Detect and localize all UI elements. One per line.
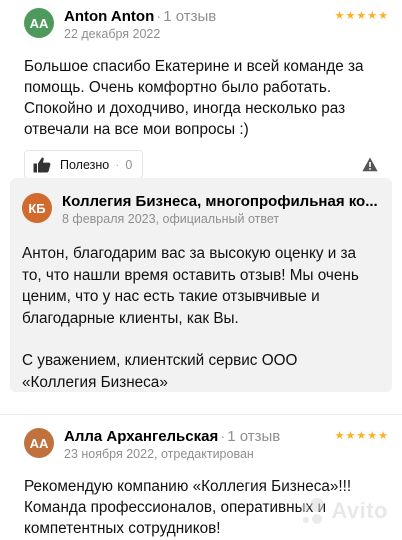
report-warning-icon[interactable] bbox=[362, 157, 378, 172]
separator-dot: · bbox=[156, 8, 162, 25]
review-actions: Полезно · 0 bbox=[24, 150, 390, 179]
star-icon: ★ bbox=[378, 430, 388, 442]
review-text: Большое спасибо Екатерине и всей команде… bbox=[24, 58, 364, 138]
review-header: АА Алла Архангельская · 1 отзыв 23 ноября … bbox=[24, 428, 390, 462]
star-icon: ★ bbox=[378, 10, 388, 22]
avatar-initials: КБ bbox=[28, 200, 46, 216]
star-icon: ★ bbox=[367, 430, 378, 442]
helpful-label: Полезно bbox=[60, 157, 110, 172]
avatar-initials: AA bbox=[29, 15, 49, 31]
review-divider bbox=[0, 414, 402, 415]
reply-paragraph: Антон, благодарим вас за высокую оценку … bbox=[22, 245, 359, 327]
review-count: 1 отзыв bbox=[227, 428, 281, 445]
review-date: 23 ноября 2022, отредактирован bbox=[64, 447, 254, 461]
star-icon: ★ bbox=[334, 430, 345, 442]
reply-signature: С уважением, клиентский сервис ООО «Колл… bbox=[22, 352, 298, 391]
helpful-button[interactable]: Полезно · 0 bbox=[24, 150, 144, 179]
review-date: 22 декабря 2022 bbox=[64, 27, 161, 41]
author-line: Алла Архангельская · 1 отзыв bbox=[64, 428, 280, 445]
watermark-text: Avito bbox=[331, 498, 388, 523]
rating-stars: ★ ★ ★ ★ ★ bbox=[335, 11, 388, 22]
star-icon: ★ bbox=[356, 10, 367, 22]
official-reply: КБ Коллегия Бизнеса, многопрофильная ко.… bbox=[10, 178, 392, 392]
author-line: Anton Anton · 1 отзыв bbox=[64, 8, 216, 25]
star-icon: ★ bbox=[334, 10, 345, 22]
avatar-initials: АА bbox=[29, 435, 49, 451]
avatar[interactable]: АА bbox=[24, 428, 54, 458]
star-icon: ★ bbox=[345, 10, 356, 22]
star-icon: ★ bbox=[345, 430, 356, 442]
reply-text: Антон, благодарим вас за высокую оценку … bbox=[22, 243, 362, 393]
avito-watermark: Avito bbox=[297, 496, 388, 526]
review-card: AA Anton Anton · 1 отзыв 22 декабря 2022 ★… bbox=[0, 8, 402, 179]
review-count: 1 отзыв bbox=[163, 8, 217, 25]
thumbs-up-icon bbox=[33, 157, 51, 172]
author-name[interactable]: Anton Anton bbox=[64, 8, 154, 25]
review-header: AA Anton Anton · 1 отзыв 22 декабря 2022 ★… bbox=[24, 8, 390, 42]
reply-header: КБ Коллегия Бизнеса, многопрофильная ко.… bbox=[22, 193, 382, 227]
reply-meta: Коллегия Бизнеса, многопрофильная ко... … bbox=[62, 193, 378, 227]
review-meta: Алла Архангельская · 1 отзыв 23 ноября 202… bbox=[64, 428, 280, 462]
star-icon: ★ bbox=[356, 430, 367, 442]
avito-logo-icon bbox=[301, 498, 325, 524]
helpful-count: 0 bbox=[125, 157, 133, 172]
company-name[interactable]: Коллегия Бизнеса, многопрофильная ко... bbox=[62, 193, 378, 210]
helpful-separator: · bbox=[115, 157, 120, 172]
company-avatar[interactable]: КБ bbox=[22, 193, 52, 223]
rating-stars: ★ ★ ★ ★ ★ bbox=[335, 431, 388, 442]
star-icon: ★ bbox=[367, 10, 378, 22]
author-name[interactable]: Алла Архангельская bbox=[64, 428, 218, 445]
review-meta: Anton Anton · 1 отзыв 22 декабря 2022 bbox=[64, 8, 216, 42]
separator-dot: · bbox=[220, 428, 226, 445]
avatar[interactable]: AA bbox=[24, 8, 54, 38]
reply-date: 8 февраля 2023, официальный ответ bbox=[62, 212, 280, 226]
